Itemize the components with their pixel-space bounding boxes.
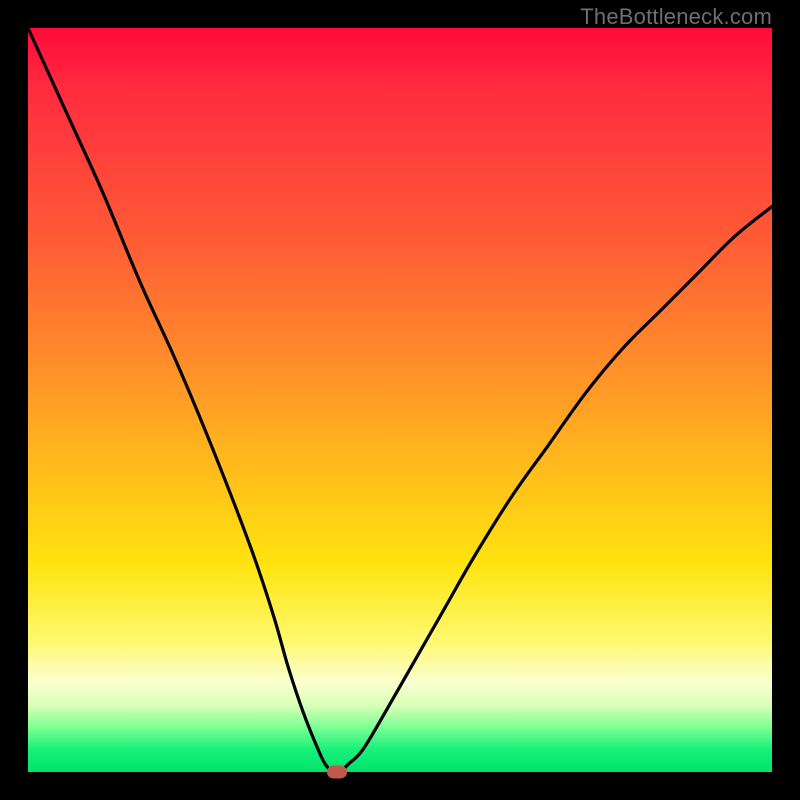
watermark-label: TheBottleneck.com (580, 4, 772, 30)
plot-area (28, 28, 772, 772)
optimum-marker (327, 766, 347, 779)
chart-frame: TheBottleneck.com (0, 0, 800, 800)
